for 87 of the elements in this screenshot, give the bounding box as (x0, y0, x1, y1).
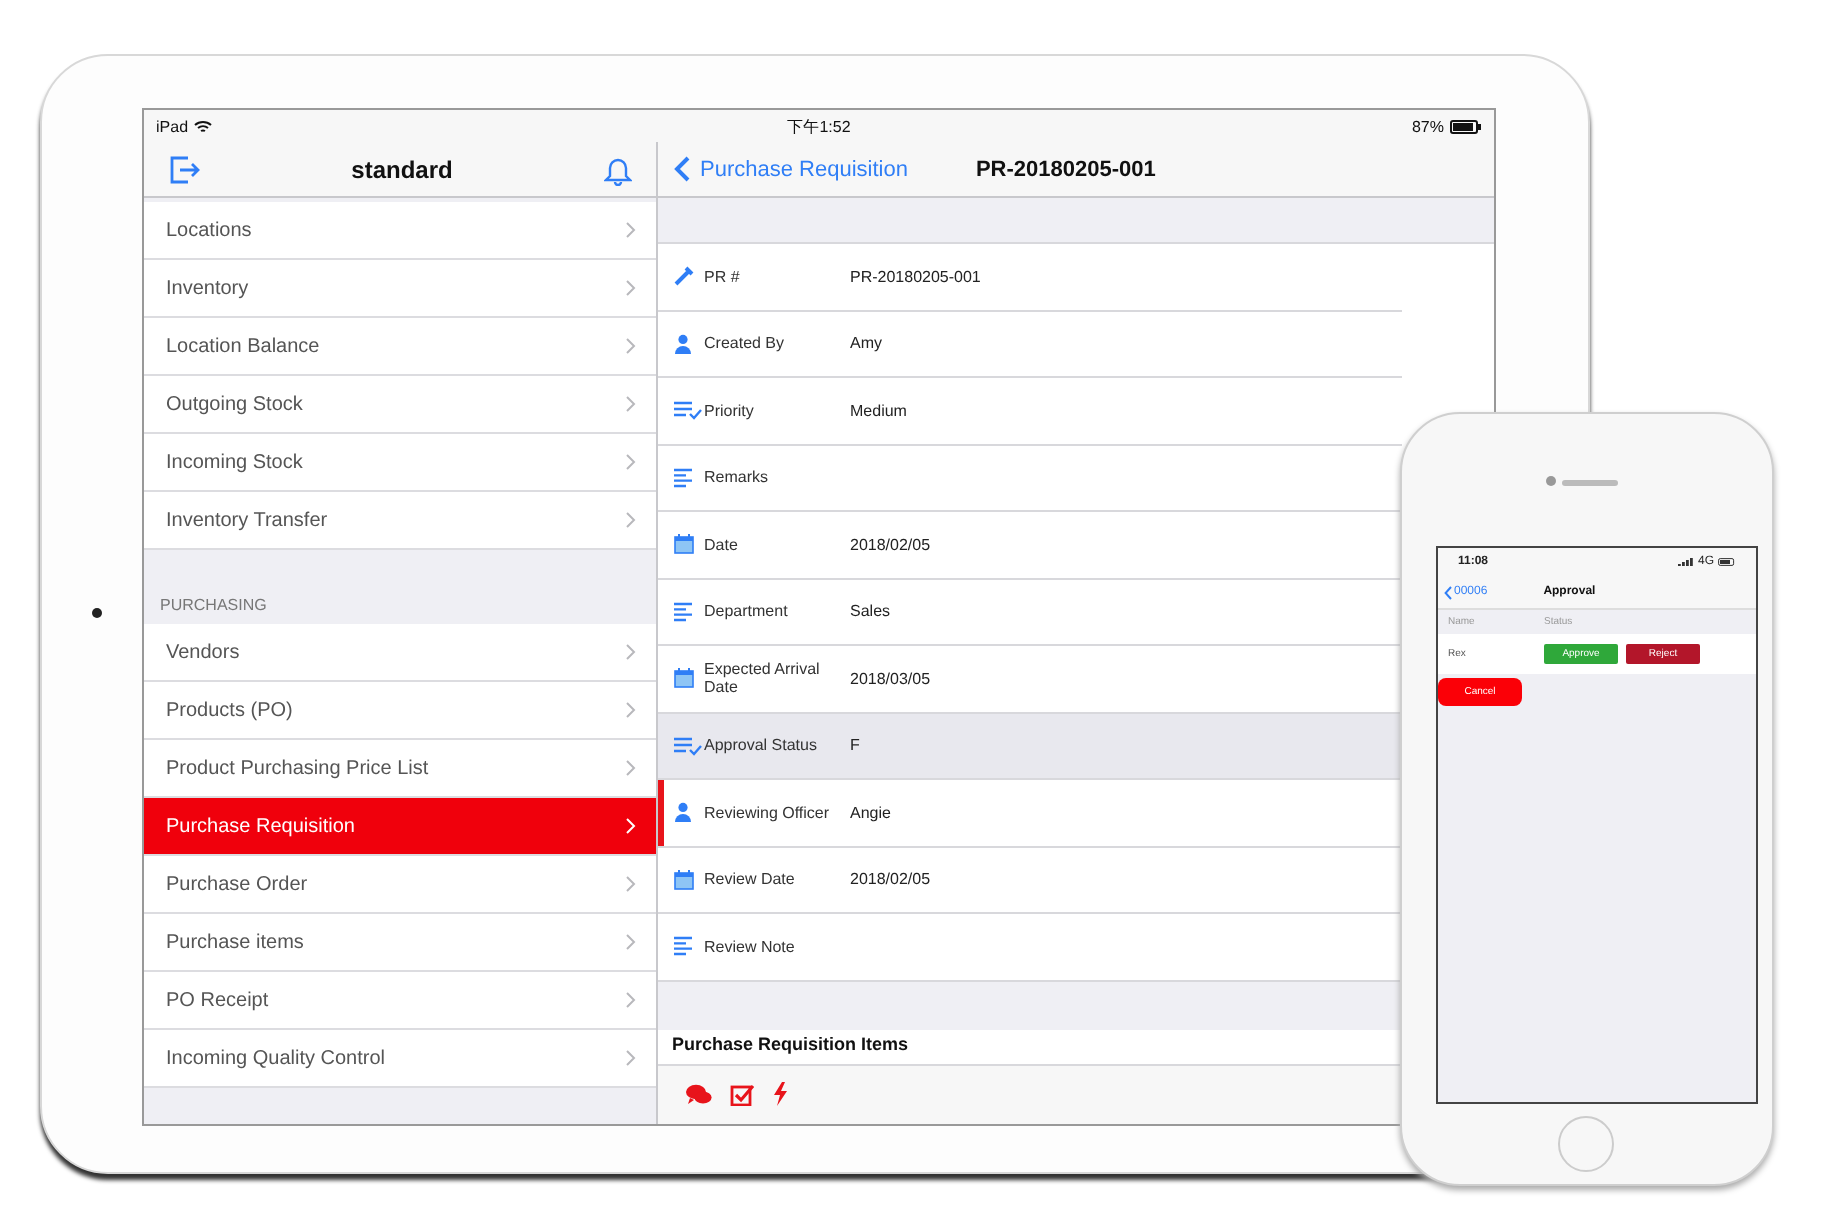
lightning-icon[interactable] (772, 1082, 788, 1107)
field-label: Remarks (704, 468, 771, 487)
form-row[interactable]: Remarks (658, 445, 1402, 512)
field-label: Reviewing Officer (704, 803, 832, 822)
sidebar-title: standard (351, 155, 453, 183)
field-label: PR # (704, 267, 742, 286)
chevron-icon (626, 644, 636, 660)
person-icon (674, 802, 692, 823)
chevron-icon (626, 454, 636, 470)
chevron-icon (626, 760, 636, 776)
person-icon (674, 333, 692, 354)
form-row[interactable]: Created By Amy (658, 311, 1402, 378)
field-label: Department (704, 602, 790, 621)
chevron-icon (626, 934, 636, 950)
chevron-icon (626, 280, 636, 296)
chevron-left-icon (674, 156, 690, 182)
sidebar-item[interactable]: Products (PO) (144, 682, 656, 740)
lines-icon (674, 936, 692, 957)
lines-icon (674, 601, 692, 622)
sidebar-item[interactable]: Vendors (144, 624, 656, 682)
camera-icon (1546, 476, 1556, 486)
chevron-icon (626, 992, 636, 1008)
field-value: 2018/02/05 (850, 535, 931, 554)
chevron-icon (626, 512, 636, 528)
form-row[interactable]: Review Date 2018/02/05 (658, 847, 1402, 914)
chevron-left-icon (1444, 585, 1452, 599)
field-value: 2018/02/05 (850, 870, 931, 889)
sidebar-item[interactable]: Purchase Order (144, 856, 656, 914)
calendar-icon (674, 869, 694, 890)
sidebar-item[interactable]: Incoming Quality Control (144, 1030, 656, 1088)
chevron-icon (626, 876, 636, 892)
sidebar-item[interactable]: Purchase items (144, 914, 656, 972)
form-row[interactable]: Department Sales (658, 579, 1402, 646)
field-label: Created By (704, 334, 787, 353)
field-value: Medium (850, 401, 907, 420)
chevron-icon (626, 396, 636, 412)
calendar-icon (674, 534, 694, 555)
chevron-icon (626, 1050, 636, 1066)
field-label: Approval Status (704, 736, 819, 755)
chevron-icon (626, 222, 636, 238)
list-check-icon (674, 735, 702, 756)
battery-percent: 87% (1411, 117, 1444, 135)
wifi-icon (194, 119, 213, 133)
battery-icon (1449, 119, 1482, 133)
field-value: Angie (850, 803, 891, 822)
sidebar-item[interactable]: Locations (144, 202, 656, 260)
checkbox-icon[interactable] (730, 1083, 754, 1106)
sidebar-item[interactable]: Product Purchasing Price List (144, 740, 656, 798)
field-value: F (850, 736, 860, 755)
sidebar-item[interactable]: Inventory Transfer (144, 492, 656, 550)
field-label: Date (704, 535, 740, 554)
calendar-icon (674, 668, 694, 689)
chevron-icon (626, 818, 636, 834)
record-title: PR-20180205-001 (975, 157, 1156, 181)
field-value: PR-20180205-001 (850, 267, 981, 286)
sidebar-item[interactable]: Location Balance (144, 318, 656, 376)
list-check-icon (674, 400, 702, 421)
form-row[interactable]: Approval Status F (658, 713, 1402, 780)
chevron-icon (626, 338, 636, 354)
camera-icon (92, 608, 102, 618)
sidebar-item[interactable]: Inventory (144, 260, 656, 318)
battery-icon (1718, 558, 1736, 566)
field-value: 2018/03/05 (850, 669, 931, 688)
lines-icon (674, 467, 692, 488)
back-link[interactable]: Purchase Requisition (674, 156, 908, 182)
field-label: Expected Arrival Date (704, 660, 822, 697)
signal-icon (1677, 558, 1694, 566)
field-value: Amy (850, 334, 882, 353)
field-label: Review Date (704, 870, 797, 889)
field-label: Priority (704, 401, 756, 420)
section-title: Purchase Requisition Items (672, 1033, 909, 1053)
pencil-icon (674, 266, 694, 287)
speaker-grille (1562, 480, 1618, 486)
status-time: 下午1:52 (787, 115, 851, 137)
field-label: Review Note (704, 937, 797, 956)
chevron-icon (626, 702, 636, 718)
sidebar-item[interactable]: Outgoing Stock (144, 376, 656, 434)
chat-icon[interactable] (686, 1083, 712, 1106)
bell-icon[interactable] (604, 153, 632, 185)
device-name: iPad (156, 117, 189, 135)
logout-icon[interactable] (168, 153, 200, 185)
form-row[interactable]: Reviewing Officer Angie (658, 780, 1402, 847)
sidebar-item[interactable]: PO Receipt (144, 972, 656, 1030)
sidebar-item[interactable]: Purchase Requisition (144, 798, 656, 856)
section-header: PURCHASING (160, 596, 267, 614)
field-value: Sales (850, 602, 891, 621)
sidebar-item[interactable]: Incoming Stock (144, 434, 656, 492)
